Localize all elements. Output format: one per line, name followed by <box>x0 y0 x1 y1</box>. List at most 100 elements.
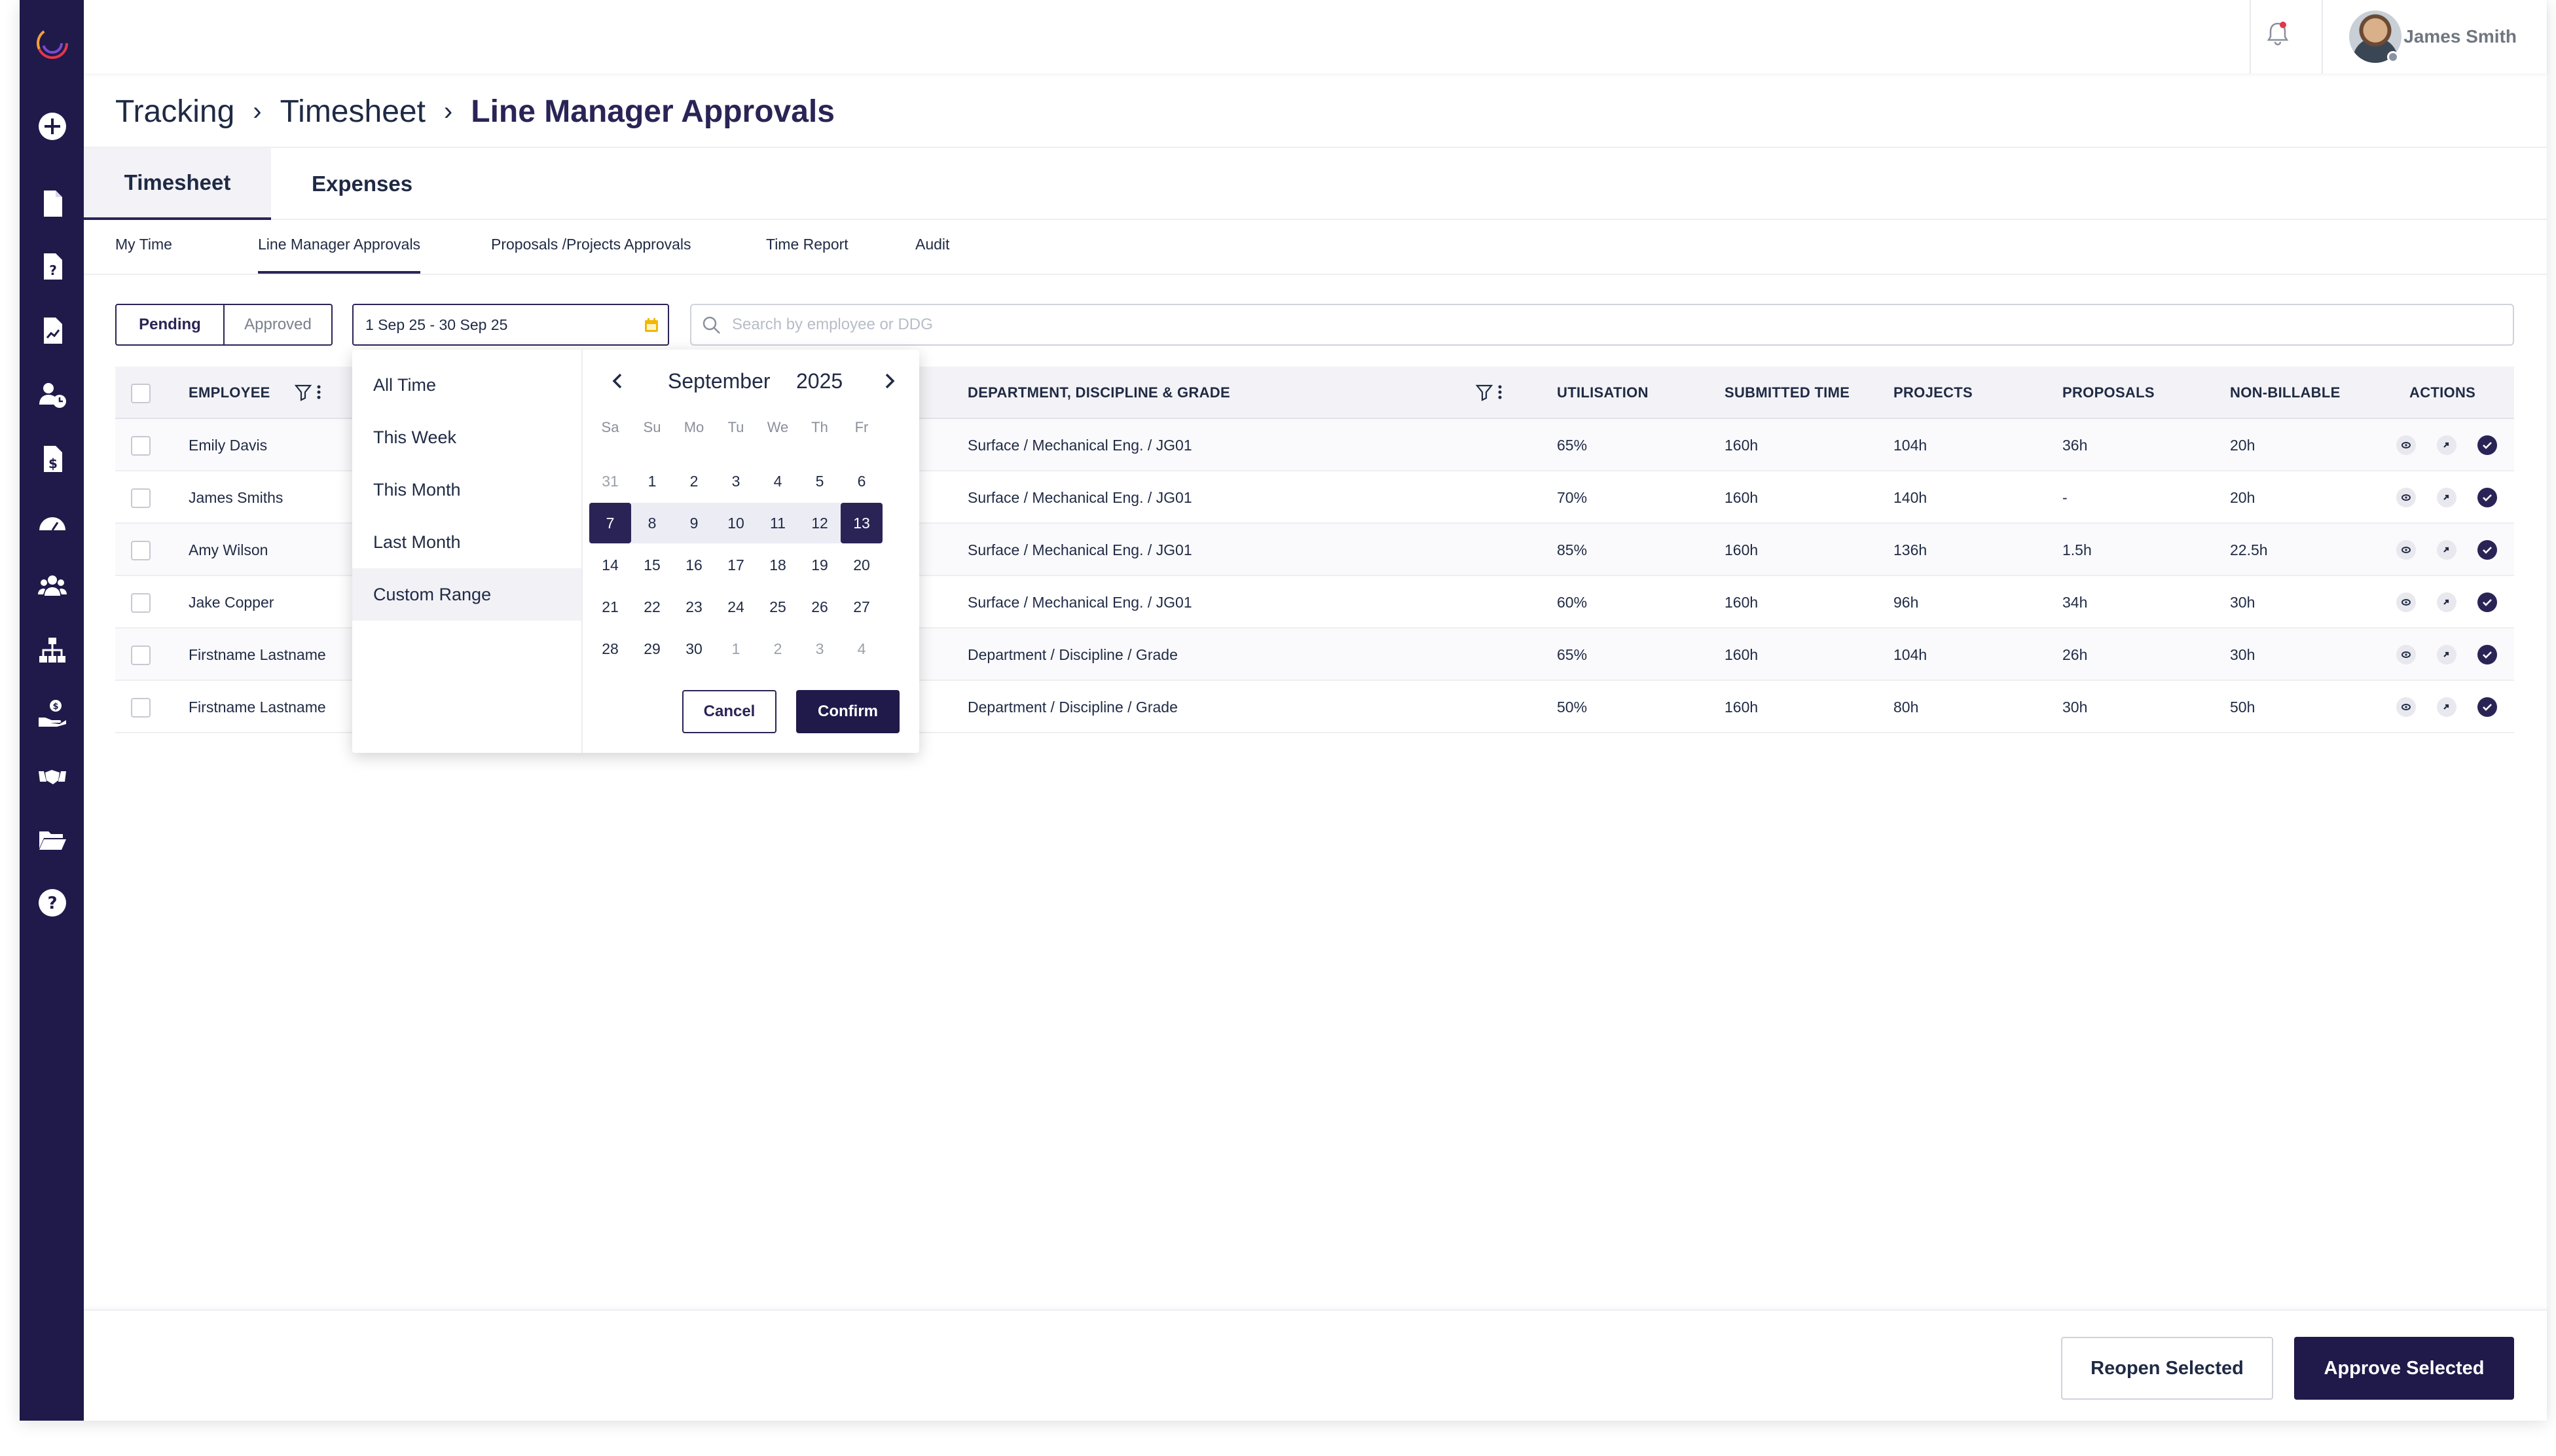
calendar-day[interactable]: 12 <box>799 503 841 543</box>
calendar-day[interactable]: 24 <box>715 587 757 627</box>
tab-timesheet[interactable]: Timesheet <box>84 148 271 220</box>
calendar-icon[interactable] <box>643 317 660 334</box>
calendar-day[interactable]: 28 <box>589 628 631 669</box>
calendar-day[interactable]: 8 <box>631 503 673 543</box>
calendar-day[interactable]: 5 <box>799 461 841 501</box>
approve-selected-button[interactable]: Approve Selected <box>2294 1337 2514 1400</box>
calendar-day[interactable]: 31 <box>589 461 631 501</box>
chevron-right-icon[interactable] <box>876 368 902 394</box>
calendar-day[interactable]: 6 <box>841 461 883 501</box>
select-all-checkbox[interactable] <box>131 384 151 403</box>
reopen-icon[interactable] <box>2437 488 2456 507</box>
calendar-day[interactable]: 11 <box>757 503 799 543</box>
preset-this-week[interactable]: This Week <box>352 411 581 464</box>
calendar-day[interactable]: 1 <box>631 461 673 501</box>
column-menu-icon[interactable] <box>314 382 323 402</box>
document-icon[interactable] <box>36 187 69 220</box>
document-chart-icon[interactable] <box>36 314 69 347</box>
confirm-button[interactable]: Confirm <box>796 690 900 733</box>
calendar-day[interactable]: 27 <box>841 587 883 627</box>
calendar-day[interactable]: 14 <box>589 545 631 585</box>
calendar-day[interactable]: 3 <box>799 628 841 669</box>
approve-icon[interactable] <box>2477 540 2497 560</box>
calendar-day[interactable]: 7 <box>589 503 631 543</box>
calendar-day[interactable]: 22 <box>631 587 673 627</box>
calendar-day[interactable]: 26 <box>799 587 841 627</box>
subtab-line-manager-approvals[interactable]: Line Manager Approvals <box>258 236 421 274</box>
calendar-day[interactable]: 18 <box>757 545 799 585</box>
view-icon[interactable] <box>2396 488 2416 507</box>
hand-money-icon[interactable]: $ <box>36 697 69 729</box>
tab-expenses[interactable]: Expenses <box>271 148 453 220</box>
view-icon[interactable] <box>2396 697 2416 717</box>
subtab-time-report[interactable]: Time Report <box>766 236 849 274</box>
preset-custom-range[interactable]: Custom Range <box>352 568 581 621</box>
breadcrumb-timesheet[interactable]: Timesheet <box>280 94 426 130</box>
calendar-day[interactable]: 29 <box>631 628 673 669</box>
preset-all-time[interactable]: All Time <box>352 359 581 411</box>
calendar-day[interactable]: 2 <box>673 461 715 501</box>
notification-bell-icon[interactable] <box>2261 17 2294 50</box>
row-checkbox[interactable] <box>131 698 151 718</box>
chevron-left-icon[interactable] <box>605 368 631 394</box>
approve-icon[interactable] <box>2477 592 2497 612</box>
app-logo-icon[interactable] <box>34 25 71 62</box>
filter-icon[interactable] <box>1474 382 1494 402</box>
approve-icon[interactable] <box>2477 435 2497 455</box>
calendar-day[interactable]: 3 <box>715 461 757 501</box>
calendar-day[interactable]: 17 <box>715 545 757 585</box>
folder-open-icon[interactable] <box>36 824 69 856</box>
calendar-day[interactable]: 20 <box>841 545 883 585</box>
cancel-button[interactable]: Cancel <box>682 690 776 733</box>
calendar-day[interactable]: 16 <box>673 545 715 585</box>
org-chart-icon[interactable] <box>36 634 69 666</box>
subtab-my-time[interactable]: My Time <box>115 236 172 274</box>
toggle-approved[interactable]: Approved <box>225 305 331 344</box>
row-checkbox[interactable] <box>131 646 151 665</box>
calendar-day[interactable]: 4 <box>841 628 883 669</box>
approve-icon[interactable] <box>2477 645 2497 664</box>
date-range-field[interactable]: 1 Sep 25 - 30 Sep 25 <box>352 304 669 346</box>
approve-icon[interactable] <box>2477 697 2497 717</box>
subtab-proposals-projects-approvals[interactable]: Proposals /Projects Approvals <box>491 236 691 274</box>
calendar-day[interactable]: 23 <box>673 587 715 627</box>
calendar-day[interactable]: 4 <box>757 461 799 501</box>
preset-this-month[interactable]: This Month <box>352 464 581 516</box>
reopen-icon[interactable] <box>2437 540 2456 560</box>
row-checkbox[interactable] <box>131 436 151 456</box>
breadcrumb-tracking[interactable]: Tracking <box>115 94 234 130</box>
reopen-icon[interactable] <box>2437 592 2456 612</box>
search-input[interactable] <box>732 316 2513 334</box>
calendar-day[interactable]: 13 <box>841 503 883 543</box>
view-icon[interactable] <box>2396 592 2416 612</box>
calendar-day[interactable]: 9 <box>673 503 715 543</box>
reopen-icon[interactable] <box>2437 697 2456 717</box>
calendar-day[interactable]: 25 <box>757 587 799 627</box>
preset-last-month[interactable]: Last Month <box>352 516 581 568</box>
calendar-day[interactable]: 19 <box>799 545 841 585</box>
toggle-pending[interactable]: Pending <box>117 305 225 344</box>
row-checkbox[interactable] <box>131 593 151 613</box>
reopen-icon[interactable] <box>2437 645 2456 664</box>
calendar-day[interactable]: 15 <box>631 545 673 585</box>
document-question-icon[interactable]: ? <box>36 250 69 283</box>
subtab-audit[interactable]: Audit <box>915 236 949 274</box>
calendar-day[interactable]: 21 <box>589 587 631 627</box>
approve-icon[interactable] <box>2477 488 2497 507</box>
invoice-icon[interactable]: $ <box>36 443 69 475</box>
row-checkbox[interactable] <box>131 488 151 508</box>
calendar-month[interactable]: September <box>668 369 771 393</box>
calendar-day[interactable]: 30 <box>673 628 715 669</box>
view-icon[interactable] <box>2396 645 2416 664</box>
reopen-selected-button[interactable]: Reopen Selected <box>2061 1337 2273 1400</box>
column-menu-icon[interactable] <box>1495 382 1505 402</box>
help-icon[interactable]: ? <box>36 886 69 919</box>
calendar-day[interactable]: 2 <box>757 628 799 669</box>
dashboard-gauge-icon[interactable] <box>36 507 69 539</box>
user-name[interactable]: James Smith <box>2403 26 2517 47</box>
filter-icon[interactable] <box>293 382 313 402</box>
calendar-day[interactable]: 10 <box>715 503 757 543</box>
view-icon[interactable] <box>2396 435 2416 455</box>
view-icon[interactable] <box>2396 540 2416 560</box>
reopen-icon[interactable] <box>2437 435 2456 455</box>
